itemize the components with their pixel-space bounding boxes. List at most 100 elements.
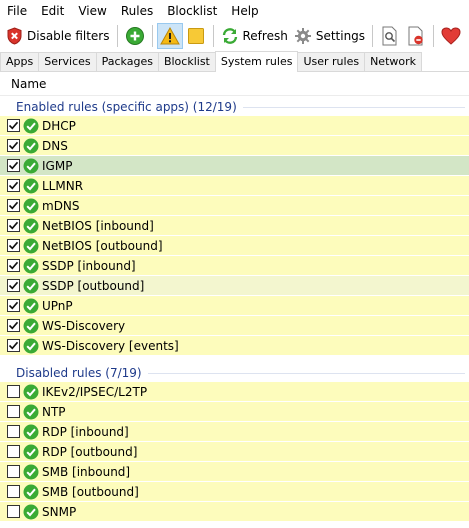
warning-filter-button[interactable] — [156, 23, 183, 49]
refresh-icon — [222, 28, 237, 44]
notes-button[interactable] — [183, 23, 209, 49]
rule-label: SSDP [outbound] — [42, 278, 145, 293]
check-circle-icon — [23, 178, 39, 193]
rule-checkbox[interactable] — [7, 505, 20, 518]
tab-packages[interactable]: Packages — [95, 52, 159, 71]
disable-filters-button[interactable]: Disable filters — [3, 23, 113, 49]
rule-row[interactable]: NTP — [0, 402, 469, 422]
check-circle-icon — [23, 278, 39, 293]
group-header-enabled[interactable]: Enabled rules (specific apps) (12/19) — [0, 98, 469, 116]
toolbar-separator — [372, 25, 374, 47]
toolbar: Disable filters Refresh Settings — [0, 22, 469, 50]
remove-button[interactable] — [403, 23, 429, 49]
rule-row[interactable]: SNMP — [0, 502, 469, 522]
group-divider — [147, 372, 465, 374]
inspect-button[interactable] — [377, 23, 403, 49]
group-title: Enabled rules (specific apps) (12/19) — [16, 100, 237, 114]
rule-label: RDP [outbound] — [42, 444, 138, 459]
rule-row[interactable]: DNS — [0, 136, 469, 156]
rule-row[interactable]: WS-Discovery — [0, 316, 469, 336]
rule-row[interactable]: NetBIOS [inbound] — [0, 216, 469, 236]
rule-checkbox[interactable] — [7, 319, 20, 332]
rule-checkbox[interactable] — [7, 405, 20, 418]
refresh-button[interactable]: Refresh — [218, 23, 291, 49]
rule-checkbox[interactable] — [7, 445, 20, 458]
menu-blocklist[interactable]: Blocklist — [160, 0, 224, 22]
check-circle-icon — [23, 504, 39, 519]
check-circle-icon — [23, 258, 39, 273]
rule-label: WS-Discovery — [42, 318, 126, 333]
disable-filters-label: Disable filters — [27, 29, 110, 43]
rule-row[interactable]: RDP [outbound] — [0, 442, 469, 462]
check-circle-icon — [23, 484, 39, 499]
tab-apps[interactable]: Apps — [0, 52, 40, 71]
rule-checkbox[interactable] — [7, 339, 20, 352]
rule-row[interactable]: SSDP [outbound] — [0, 276, 469, 296]
rule-checkbox[interactable] — [7, 465, 20, 478]
shield-x-icon — [7, 27, 22, 45]
rule-checkbox[interactable] — [7, 159, 20, 172]
add-rule-button[interactable] — [122, 23, 148, 49]
rule-checkbox[interactable] — [7, 179, 20, 192]
rule-label: LLMNR — [42, 178, 84, 193]
rule-row[interactable]: WS-Discovery [events] — [0, 336, 469, 356]
rule-checkbox[interactable] — [7, 239, 20, 252]
check-circle-icon — [23, 338, 39, 353]
rule-row[interactable]: DHCP — [0, 116, 469, 136]
rule-checkbox[interactable] — [7, 139, 20, 152]
rule-row[interactable]: RDP [inbound] — [0, 422, 469, 442]
rule-checkbox[interactable] — [7, 199, 20, 212]
rule-row[interactable]: IGMP — [0, 156, 469, 176]
rule-row[interactable]: IKEv2/IPSEC/L2TP — [0, 382, 469, 402]
tab-network[interactable]: Network — [364, 52, 423, 71]
rule-row[interactable]: SMB [outbound] — [0, 482, 469, 502]
menu-edit[interactable]: Edit — [34, 0, 71, 22]
rule-row[interactable]: UPnP — [0, 296, 469, 316]
check-circle-icon — [23, 444, 39, 459]
check-circle-icon — [23, 118, 39, 133]
rule-checkbox[interactable] — [7, 279, 20, 292]
tab-bar: Apps Services Packages Blocklist System … — [0, 51, 469, 72]
tab-system-rules[interactable]: System rules — [214, 51, 299, 72]
rule-row[interactable]: mDNS — [0, 196, 469, 216]
rule-checkbox[interactable] — [7, 299, 20, 312]
rule-checkbox[interactable] — [7, 259, 20, 272]
check-circle-icon — [23, 424, 39, 439]
gear-icon — [294, 28, 311, 44]
menu-rules[interactable]: Rules — [114, 0, 160, 22]
check-circle-icon — [23, 404, 39, 419]
rule-label: SMB [inbound] — [42, 464, 131, 479]
menu-view[interactable]: View — [71, 0, 113, 22]
rule-checkbox[interactable] — [7, 219, 20, 232]
group-divider — [242, 106, 465, 108]
check-circle-icon — [23, 318, 39, 333]
rule-label: IKEv2/IPSEC/L2TP — [42, 384, 148, 399]
check-circle-icon — [23, 138, 39, 153]
donate-button[interactable] — [438, 23, 464, 49]
tab-blocklist[interactable]: Blocklist — [157, 52, 216, 71]
menu-file[interactable]: File — [0, 0, 34, 22]
warning-icon — [159, 27, 180, 45]
menu-bar: File Edit View Rules Blocklist Help — [0, 0, 469, 22]
rule-label: SSDP [inbound] — [42, 258, 136, 273]
check-circle-icon — [23, 238, 39, 253]
refresh-label: Refresh — [242, 29, 288, 43]
rule-row[interactable]: SMB [inbound] — [0, 462, 469, 482]
group-title: Disabled rules (7/19) — [16, 366, 142, 380]
rule-label: DNS — [42, 138, 68, 153]
rule-checkbox[interactable] — [7, 425, 20, 438]
menu-help[interactable]: Help — [224, 0, 265, 22]
check-circle-icon — [23, 298, 39, 313]
document-search-icon — [382, 26, 397, 46]
group-header-disabled[interactable]: Disabled rules (7/19) — [0, 364, 469, 382]
rule-row[interactable]: NetBIOS [outbound] — [0, 236, 469, 256]
rule-checkbox[interactable] — [7, 385, 20, 398]
rule-row[interactable]: SSDP [inbound] — [0, 256, 469, 276]
rule-checkbox[interactable] — [7, 119, 20, 132]
tab-services[interactable]: Services — [38, 52, 97, 71]
rule-row[interactable]: LLMNR — [0, 176, 469, 196]
settings-button[interactable]: Settings — [291, 23, 368, 49]
column-header-name[interactable]: Name — [0, 72, 469, 96]
tab-user-rules[interactable]: User rules — [297, 52, 366, 71]
rule-checkbox[interactable] — [7, 485, 20, 498]
